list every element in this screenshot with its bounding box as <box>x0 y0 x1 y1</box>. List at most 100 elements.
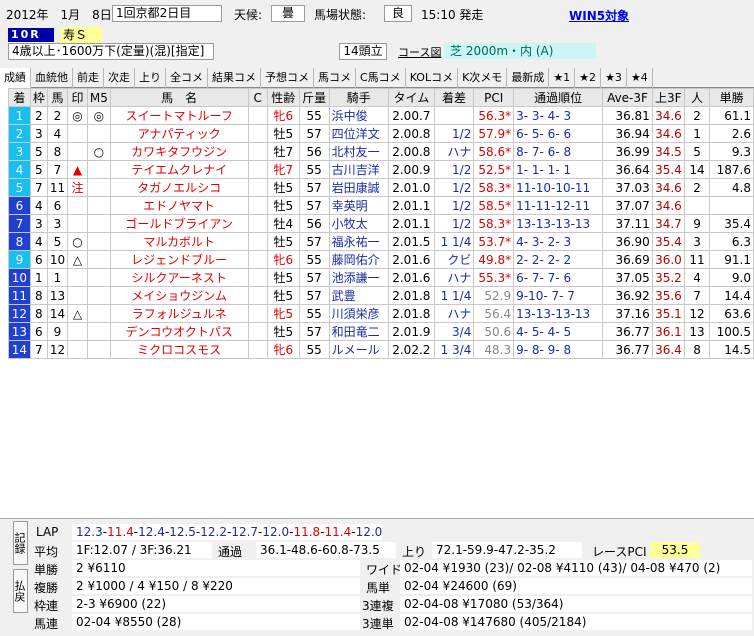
course-map-link[interactable]: コース図 <box>398 44 441 60</box>
tab-13[interactable]: ★1 <box>549 68 576 88</box>
column-header[interactable]: PCI <box>473 88 515 107</box>
column-header[interactable]: C <box>247 88 268 107</box>
finish-time: 2.01.9 <box>387 322 435 341</box>
horse-name[interactable]: エドノヤマト <box>109 196 249 215</box>
m5-mark <box>86 196 111 215</box>
table-row[interactable]: 11 8 13 メイショウジンム 牡5 57 武豊 2.01.8 1 1/4 52.9 9-10- … <box>8 286 754 305</box>
gate-number: 3 <box>29 214 48 233</box>
track-field: 良 <box>384 5 412 22</box>
tab-11[interactable]: K次メモ <box>458 68 508 88</box>
column-header[interactable]: 着差 <box>433 88 475 107</box>
table-row[interactable]: 6 4 6 エドノヤマト 牡5 57 幸英明 2.01.1 1/2 58.5* 11-11-12-1… <box>8 196 754 215</box>
horse-name[interactable]: ゴールドブライアン <box>109 214 249 233</box>
horse-name[interactable]: タガノエルシコ <box>109 178 249 197</box>
column-header[interactable]: 騎手 <box>328 88 389 107</box>
weight: 55 <box>298 106 330 125</box>
tab-12[interactable]: 最新成 <box>507 68 550 88</box>
horse-name[interactable]: スイートマトルーフ <box>109 106 249 125</box>
mark <box>67 286 88 305</box>
tab-7[interactable]: 予想コメ <box>261 68 314 88</box>
ave-3f: 37.05 <box>602 268 653 287</box>
tab-1[interactable]: 血統他 <box>31 68 73 88</box>
race-header: 2012年 1月 8日 1回京都2日目 天候: 曇 馬場状態: 良 15:10 … <box>0 0 754 68</box>
lap-time: 12.4 <box>138 525 165 539</box>
table-row[interactable]: 5 7 11 注タガノエルシコ 牡5 57 岩田康誠 2.01.0 1/2 58.3* 11-10-… <box>8 178 754 197</box>
column-header[interactable]: 枠 <box>29 88 48 107</box>
table-row[interactable]: 7 3 3 ゴールドブライアン 牡4 56 小牧太 2.01.1 1/2 58.3* 13-13-1… <box>8 214 754 233</box>
column-header[interactable]: タイム <box>387 88 435 107</box>
horse-name[interactable]: テイエムクレナイ <box>109 160 249 179</box>
table-row[interactable]: 9 6 10 △ レジェンドブルー 牝6 55 藤岡佑介 2.01.6 クビ 49.8* 2- 2- … <box>8 250 754 269</box>
table-row[interactable]: 2 3 4 アナパティック 牡5 57 四位洋文 2.00.8 1/2 57.9* 6- 5- 6-… <box>8 124 754 143</box>
record-tab[interactable]: 記録 <box>13 521 28 565</box>
tab-9[interactable]: C馬コメ <box>356 68 406 88</box>
popularity: 7 <box>683 286 711 305</box>
last-3f: 34.7 <box>651 214 685 233</box>
table-row[interactable]: 4 5 7 ▲ テイエムクレナイ 牝7 55 古川吉洋 2.00.9 1/2 52.5* 1- 1- … <box>8 160 754 179</box>
horse-name[interactable]: アナパティック <box>109 124 249 143</box>
horse-name[interactable]: シルクアーネスト <box>109 268 249 287</box>
lap-time: 11.4 <box>107 525 134 539</box>
course-info: 芝 2000m・内 (A) <box>444 43 596 59</box>
column-header[interactable]: 性齢 <box>266 88 300 107</box>
sex-age: 牡5 <box>266 268 300 287</box>
column-header[interactable]: 着 <box>8 88 31 107</box>
column-header[interactable]: 馬 <box>46 88 69 107</box>
tab-0[interactable]: 成績 <box>0 68 31 88</box>
popularity: 13 <box>683 322 711 341</box>
column-header[interactable]: 単勝 <box>709 88 754 107</box>
tab-14[interactable]: ★2 <box>575 68 602 88</box>
horse-name[interactable]: ラフォルジュルネ <box>109 304 249 323</box>
win5-link[interactable]: WIN5対象 <box>569 7 629 24</box>
column-header[interactable]: 人 <box>683 88 711 107</box>
race-number: 10R <box>8 28 54 42</box>
payout-tab[interactable]: 払戻 <box>13 569 28 613</box>
lap-time: 12.0 <box>262 525 290 539</box>
finish-time: 2.01.5 <box>387 232 435 251</box>
column-header[interactable]: M5 <box>86 88 111 107</box>
m5-mark <box>86 160 111 179</box>
ave-3f: 36.77 <box>602 340 653 359</box>
tab-4[interactable]: 上り <box>135 68 166 88</box>
column-header[interactable]: 斤量 <box>298 88 330 107</box>
table-row[interactable]: 12 8 14 △ ラフォルジュルネ 牝5 55 川須栄彦 2.01.8 ハナ 56.4 13-13-… <box>8 304 754 323</box>
weight: 57 <box>298 196 330 215</box>
column-header[interactable]: 馬 名 <box>109 88 249 107</box>
tab-10[interactable]: KOLコメ <box>406 68 459 88</box>
table-row[interactable]: 14 7 12 ミクロコスモス 牝6 55 ルメール 2.02.2 1 3/4 48.3 9- 8-… <box>8 340 754 359</box>
tab-6[interactable]: 結果コメ <box>208 68 261 88</box>
pci: 58.6* <box>473 142 515 161</box>
table-row[interactable]: 13 6 9 デンコウオクトパス 牡5 57 和田竜二 2.01.9 3/4 50.6 4- 5- … <box>8 322 754 341</box>
win-odds: 2.6 <box>709 124 754 143</box>
tab-5[interactable]: 全コメ <box>166 68 208 88</box>
weather-label: 天候: <box>234 8 263 22</box>
column-header[interactable]: 通過順位 <box>513 88 604 107</box>
horse-name[interactable]: カワキタフウジン <box>109 142 249 161</box>
table-row[interactable]: 10 1 1 シルクアーネスト 牡5 57 池添謙一 2.01.6 ハナ 55.3* 6- 7- 7… <box>8 268 754 287</box>
finish-position: 5 <box>8 178 31 197</box>
column-header[interactable]: Ave-3F <box>602 88 653 107</box>
horse-name[interactable]: ミクロコスモス <box>109 340 249 359</box>
horse-number: 14 <box>46 304 69 323</box>
tab-8[interactable]: 馬コメ <box>314 68 356 88</box>
horse-name[interactable]: デンコウオクトパス <box>109 322 249 341</box>
tab-15[interactable]: ★3 <box>601 68 627 88</box>
c-flag <box>247 160 268 179</box>
race-conditions: 4歳以上･1600万下(定量)(混)[指定] <box>8 43 214 60</box>
gate-number: 1 <box>29 268 48 287</box>
weight: 57 <box>298 178 330 197</box>
tab-3[interactable]: 次走 <box>104 68 135 88</box>
column-header[interactable]: 上3F <box>651 88 685 107</box>
column-header[interactable]: 印 <box>67 88 88 107</box>
horse-name[interactable]: メイショウジンム <box>109 286 249 305</box>
table-row[interactable]: 8 4 5 ○ マルカボルト 牡5 57 福永祐一 2.01.5 1 1/4 53.7* 4- 3- … <box>8 232 754 251</box>
tab-16[interactable]: ★4 <box>627 68 653 88</box>
horse-number: 5 <box>46 232 69 251</box>
meeting-field: 1回京都2日目 <box>112 5 222 22</box>
horse-name[interactable]: レジェンドブルー <box>109 250 249 269</box>
horse-name[interactable]: マルカボルト <box>109 232 249 251</box>
tab-2[interactable]: 前走 <box>73 68 104 88</box>
table-row[interactable]: 3 5 8 ○ カワキタフウジン 牡7 56 北村友一 2.00.8 ハナ 58.6* 8- 7- 6… <box>8 142 754 161</box>
passing-order: 11-10-10-11 <box>513 178 604 197</box>
table-row[interactable]: 1 2 2 ◎ ◎ スイートマトルーフ 牝6 55 浜中俊 2.00.7 56.3* 3- 3- 4-… <box>8 106 754 125</box>
